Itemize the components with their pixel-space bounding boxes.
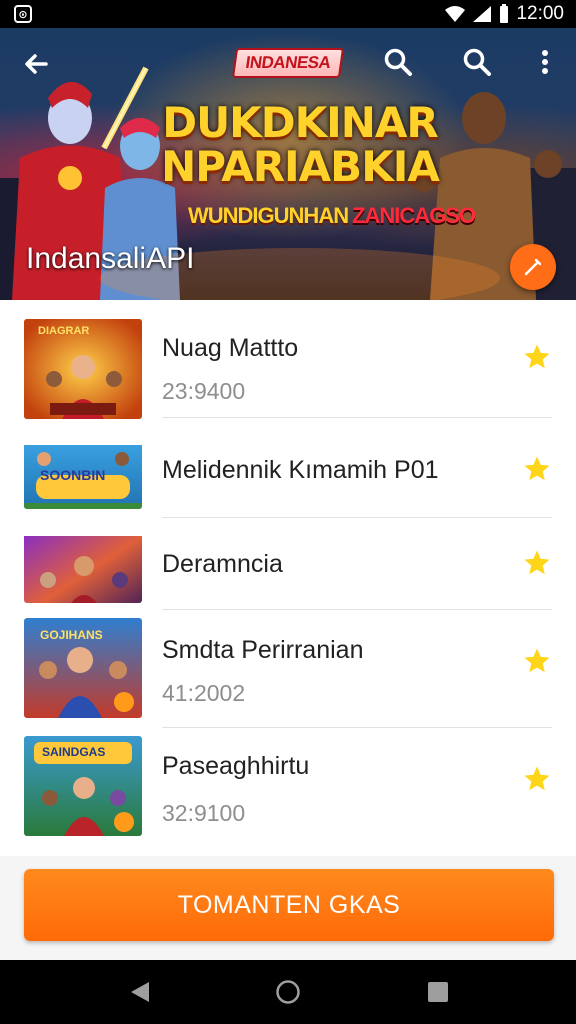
thumbnail-label: SOONBIN	[40, 467, 106, 483]
hero-subtitle-right: ZANICAGSO	[352, 203, 476, 228]
notification-icon: ⊙	[14, 5, 32, 23]
thumbnail-label: SAINDGAS	[42, 745, 106, 759]
nav-back-icon	[131, 982, 149, 1002]
video-list: DIAGRAR Nuag Mattto 23:9400 SOONBIN Meli…	[0, 300, 576, 856]
list-item[interactable]: Deramncia	[0, 518, 576, 610]
search-button[interactable]	[380, 44, 416, 80]
favorite-button[interactable]	[522, 342, 552, 372]
cta-area: TOMANTEN GKAS	[0, 856, 576, 960]
favorite-button[interactable]	[522, 454, 552, 484]
edit-button[interactable]	[510, 244, 556, 290]
favorite-button[interactable]	[522, 764, 552, 794]
search-icon	[384, 48, 412, 76]
nav-back-button[interactable]	[124, 976, 156, 1008]
battery-icon	[500, 4, 509, 23]
hero-title-line-1: DUKDKINAR	[162, 98, 439, 147]
back-button[interactable]	[18, 46, 54, 82]
favorite-button[interactable]	[522, 548, 552, 578]
list-item[interactable]: SAINDGAS Paseaghhirtu 32:9100	[0, 728, 576, 856]
item-thumbnail: DIAGRAR	[24, 319, 142, 419]
star-icon	[524, 344, 550, 369]
item-title: Nuag Mattto	[162, 334, 299, 362]
wifi-icon	[445, 6, 466, 22]
channel-name: IndansaliAPI	[26, 242, 195, 275]
star-icon	[524, 550, 550, 575]
app-logo: INDANESA	[231, 48, 345, 78]
hero-subtitle: WUNDIGUNHAN ZANICAGSO	[188, 198, 508, 234]
item-title: Paseaghhirtu	[162, 752, 310, 780]
thumbnail-label: GOJIHANS	[40, 628, 103, 642]
item-title: Melidennik Kımamih P01	[162, 456, 439, 484]
star-icon	[524, 456, 550, 481]
thumbnail-label: DIAGRAR	[38, 325, 90, 337]
list-item[interactable]: DIAGRAR Nuag Mattto 23:9400	[0, 300, 576, 419]
system-nav-bar	[0, 960, 576, 1024]
hero-banner: INDANESA DUKDKINAR NPARIABKIA WUNDIGUNHA…	[0, 28, 576, 300]
nav-recents-icon	[428, 982, 448, 1002]
back-arrow-icon	[25, 54, 48, 74]
thumbnail-art	[24, 536, 142, 603]
list-item[interactable]: GOJIHANS Smdta Perirranian 41:2002	[0, 610, 576, 728]
edit-icon	[524, 258, 542, 276]
nav-recents-button[interactable]	[422, 976, 454, 1008]
list-item[interactable]: SOONBIN Melidennik Kımamih P01	[0, 418, 576, 518]
search-icon	[463, 48, 491, 76]
item-thumbnail: SAINDGAS	[24, 736, 142, 836]
nav-home-icon	[276, 980, 300, 1004]
search-button-secondary[interactable]	[459, 44, 495, 80]
favorite-button[interactable]	[522, 646, 552, 676]
star-icon	[524, 648, 550, 673]
hero-subtitle-left: WUNDIGUNHAN	[188, 203, 349, 228]
item-thumbnail: SOONBIN	[24, 433, 142, 509]
signal-icon	[473, 6, 492, 22]
item-title: Deramncia	[162, 550, 283, 578]
more-options-button[interactable]	[530, 44, 560, 80]
item-count: 32:9100	[162, 800, 246, 826]
more-vert-icon	[542, 50, 548, 74]
status-time: 12:00	[516, 3, 564, 24]
item-count: 41:2002	[162, 680, 246, 706]
star-icon	[524, 766, 550, 791]
item-thumbnail: GOJIHANS	[24, 618, 142, 718]
status-bar: ⊙ 12:00	[0, 0, 576, 28]
item-count: 23:9400	[162, 378, 246, 404]
nav-home-button[interactable]	[272, 976, 304, 1008]
item-title: Smdta Perirranian	[162, 636, 364, 664]
item-thumbnail	[24, 525, 142, 603]
primary-action-button[interactable]: TOMANTEN GKAS	[24, 869, 554, 941]
hero-title-line-2: NPARIABKIA	[161, 142, 440, 191]
